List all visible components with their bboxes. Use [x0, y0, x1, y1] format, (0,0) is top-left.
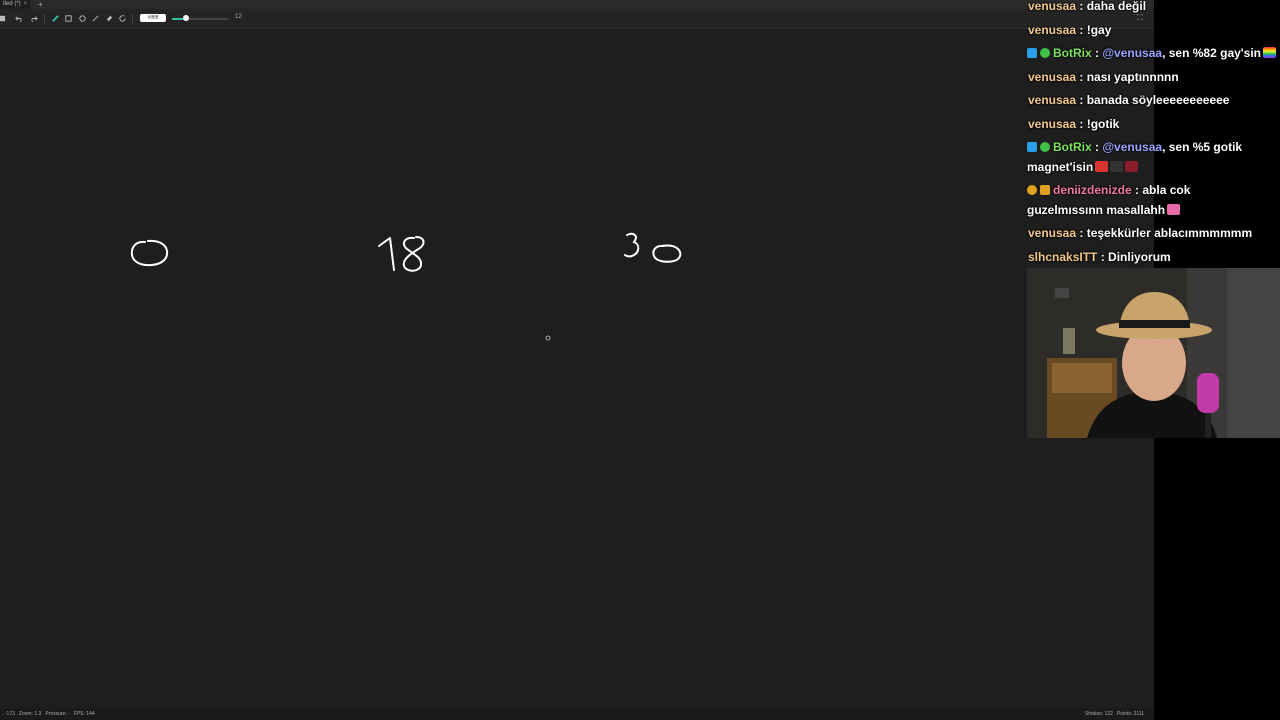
crown-badge-icon [1040, 185, 1050, 195]
tab-title: tled (*) [3, 1, 21, 7]
chat-message: venusaa : teşekkürler ablacımmmmmm [1028, 223, 1280, 243]
chat-username: BotRix [1053, 46, 1092, 60]
subscriber-badge-icon [1027, 185, 1037, 195]
document-tab[interactable]: tled (*) × [0, 0, 31, 9]
chat-message: venusaa : banada söyleeeeeeeeeee [1028, 90, 1280, 110]
toolbar-divider [44, 14, 45, 23]
chat-text: : abla cok [1131, 183, 1191, 197]
chat-text: , sen %5 gotik [1162, 140, 1243, 154]
drawn-text-30 [624, 232, 682, 263]
bot-badge-icon [1027, 142, 1037, 152]
chat-message: BotRix : @venusaa, sen %5 gotik [1027, 137, 1279, 157]
drawn-text-0 [130, 239, 169, 267]
line-icon[interactable] [90, 13, 100, 23]
chat-text: : !gotik [1076, 117, 1120, 131]
new-tab-button[interactable]: + [38, 0, 43, 9]
drawing-app: tled (*) × + #ffffff 12 , -173 Zoom: 1.3… [0, 0, 1154, 720]
tab-bar: tled (*) × + [0, 0, 1154, 9]
stroke-count: Strokes: 122 [1084, 711, 1113, 717]
status-right: Strokes: 122 Points: 2111 [1085, 708, 1148, 720]
toolbar-divider [132, 14, 133, 23]
webcam-image [1027, 268, 1280, 438]
brush-cursor [545, 335, 551, 341]
chat-username: venusaa [1028, 93, 1077, 107]
chat-overlay: venusaa : daha değil venusaa : !gay BotR… [1020, 0, 1280, 270]
chat-username: slhcnaksITT [1028, 250, 1098, 264]
sparkling-heart-icon [1167, 204, 1181, 215]
zoom-level: Zoom: 1.3 [18, 711, 42, 717]
circle-icon[interactable] [77, 13, 87, 23]
chat-message: venusaa : daha değil [1028, 0, 1280, 16]
menu-icon[interactable] [0, 13, 6, 23]
chat-message: venusaa : nası yaptınnnnn [1028, 67, 1280, 87]
chat-mention: @venusaa [1102, 140, 1163, 154]
chat-message: BotRix : @venusaa, sen %82 gay'sin [1027, 43, 1279, 63]
chat-username: deniizdenizde [1053, 183, 1132, 197]
pen-icon[interactable] [50, 13, 60, 23]
verified-badge-icon [1040, 48, 1050, 58]
chat-mention: @venusaa [1102, 46, 1163, 60]
chat-message-continued: magnet'isin [1027, 157, 1279, 177]
rectangle-icon[interactable] [63, 13, 73, 23]
drawing-canvas[interactable] [0, 29, 1154, 708]
chat-message: venusaa : !gotik [1028, 114, 1280, 134]
close-icon[interactable]: × [24, 1, 28, 7]
magnet-icon [1095, 161, 1109, 172]
redo-icon[interactable] [28, 13, 38, 23]
verified-badge-icon [1040, 142, 1050, 152]
chat-message: deniizdenizde : abla cok [1027, 180, 1279, 200]
point-count: Points: 2111 [1116, 711, 1144, 717]
status-left: , -173 Zoom: 1.3 Pressure: - FPS: 144 [2, 708, 99, 720]
chat-text: : banada söyleeeeeeeeeee [1076, 93, 1230, 107]
rose-icon [1125, 161, 1139, 172]
drawn-text-18 [378, 236, 425, 272]
pressure: Pressure: - [45, 711, 70, 717]
bot-badge-icon [1027, 48, 1037, 58]
chat-text: guzelmıssınn masallahh [1027, 203, 1166, 217]
chat-username: venusaa [1028, 23, 1077, 37]
status-bar: , -173 Zoom: 1.3 Pressure: - FPS: 144 Strok… [0, 708, 1154, 720]
chat-text: , sen %82 gay'sin [1162, 46, 1261, 60]
chat-text: : nası yaptınnnnn [1076, 70, 1179, 84]
chat-text: : daha değil [1076, 0, 1147, 13]
chat-username: BotRix [1053, 140, 1092, 154]
chat-message: slhcnaksITT : Dinliyorum [1028, 247, 1280, 267]
chat-message-continued: guzelmıssınn masallahh [1027, 200, 1279, 220]
slider-knob[interactable] [183, 15, 189, 21]
chat-text: : teşekkürler ablacımmmmmm [1076, 226, 1253, 240]
cursor-position: , -173 [2, 711, 15, 717]
rainbow-flag-icon [1262, 47, 1276, 58]
chat-message: venusaa : !gay [1028, 20, 1280, 40]
undo-icon[interactable] [14, 13, 24, 23]
toolbar: #ffffff 12 [0, 9, 1154, 29]
chat-username: venusaa [1028, 0, 1077, 13]
brush-size-slider[interactable] [172, 15, 228, 21]
chat-text: magnet'isin [1027, 160, 1094, 174]
chat-username: venusaa [1028, 226, 1077, 240]
brush-size-value: 12 [235, 14, 242, 20]
chat-username: venusaa [1028, 70, 1077, 84]
black-heart-icon [1110, 161, 1124, 172]
chat-username: venusaa [1028, 117, 1077, 131]
refresh-icon[interactable] [117, 13, 127, 23]
chat-text: : !gay [1076, 23, 1112, 37]
color-picker[interactable]: #ffffff [140, 14, 166, 22]
chat-text: : Dinliyorum [1097, 250, 1171, 264]
webcam-feed [1027, 268, 1280, 438]
eraser-icon[interactable] [104, 13, 114, 23]
fps: FPS: 144 [73, 711, 95, 717]
